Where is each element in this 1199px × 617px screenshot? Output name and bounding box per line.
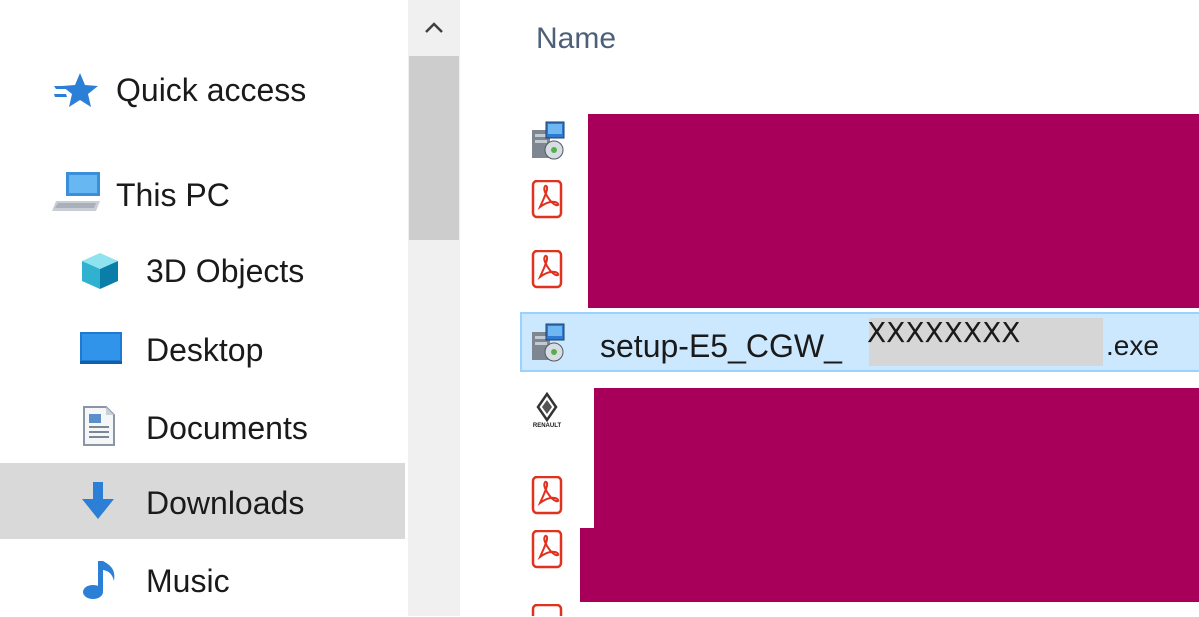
- scroll-thumb[interactable]: [409, 56, 459, 240]
- redacted-filename: [588, 168, 1199, 222]
- pdf-icon: [531, 476, 563, 515]
- file-row[interactable]: RENAULT: [460, 388, 1199, 464]
- nav-item-documents[interactable]: Documents: [0, 388, 405, 464]
- redacted-filename: [588, 222, 1199, 308]
- filename-overlay-text: XXXXXXXX: [867, 316, 1021, 349]
- desktop-icon: [80, 332, 122, 364]
- installer-icon: [532, 121, 565, 160]
- selected-filename-extension: .exe: [1106, 330, 1159, 361]
- redacted-filename: [580, 528, 1199, 602]
- selected-filename-prefix: setup-E5_CGW_: [600, 328, 842, 364]
- redacted-filename: [588, 114, 1199, 168]
- music-note-icon: [83, 561, 115, 599]
- nav-scrollbar[interactable]: [408, 0, 460, 616]
- file-row[interactable]: [460, 528, 1199, 602]
- installer-icon: [532, 323, 565, 362]
- renault-logo-icon: RENAULT: [528, 392, 566, 438]
- file-row[interactable]: [460, 464, 1199, 528]
- nav-item-desktop[interactable]: Desktop: [0, 310, 405, 386]
- scroll-up-button[interactable]: [408, 0, 460, 56]
- nav-item-downloads[interactable]: Downloads: [0, 463, 405, 539]
- nav-label-downloads: Downloads: [146, 485, 305, 521]
- file-row[interactable]: [460, 168, 1199, 222]
- pdf-icon: [531, 530, 563, 569]
- nav-item-music[interactable]: Music: [0, 541, 405, 617]
- file-row[interactable]: [460, 602, 1199, 616]
- column-header-name[interactable]: Name: [536, 22, 616, 56]
- documents-icon: [83, 406, 115, 446]
- pdf-icon: [531, 604, 563, 616]
- pdf-icon: [531, 250, 563, 289]
- pdf-icon: [531, 180, 563, 219]
- 3d-objects-cube-icon: [82, 253, 118, 289]
- file-row[interactable]: [460, 222, 1199, 308]
- navigation-pane: Quick access This PC 3D Objects Desktop: [0, 0, 408, 616]
- quick-access-star-icon: [54, 73, 98, 107]
- redacted-filename: [594, 464, 1199, 528]
- nav-label-this-pc: This PC: [116, 177, 230, 213]
- nav-item-3d-objects[interactable]: 3D Objects: [0, 231, 405, 307]
- nav-item-this-pc[interactable]: This PC: [0, 155, 405, 231]
- nav-label-3d-objects: 3D Objects: [146, 253, 305, 289]
- chevron-up-icon: [425, 22, 443, 33]
- computer-icon: [52, 172, 100, 211]
- renault-logo-caption: RENAULT: [532, 423, 562, 429]
- nav-item-quick-access[interactable]: Quick access: [0, 50, 405, 126]
- downloads-arrow-icon: [82, 482, 114, 519]
- nav-label-desktop: Desktop: [146, 332, 264, 368]
- file-list: Name setup-E5_CGW_ XXXXXXXX .exe RENAULT: [460, 0, 1199, 616]
- file-row-selected[interactable]: setup-E5_CGW_ XXXXXXXX .exe: [520, 312, 1199, 372]
- redacted-filename: [594, 388, 1199, 464]
- nav-label-documents: Documents: [146, 410, 308, 446]
- nav-label-music: Music: [146, 563, 230, 599]
- file-row[interactable]: [460, 114, 1199, 168]
- nav-label-quick-access: Quick access: [116, 72, 307, 108]
